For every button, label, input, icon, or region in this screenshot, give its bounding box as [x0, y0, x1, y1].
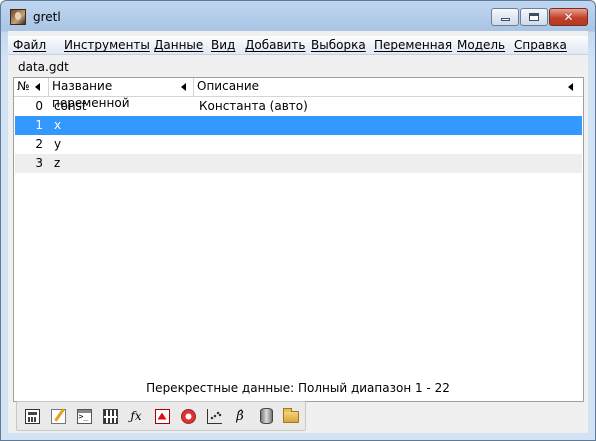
pdf-icon [154, 408, 170, 424]
calculator-icon [24, 408, 40, 424]
column-header-name[interactable]: Название переменной [49, 78, 194, 110]
help-button[interactable] [179, 407, 197, 425]
dataset-filename: data.gdt [18, 60, 69, 74]
edit-icon [50, 408, 66, 424]
xy-plot-button[interactable] [205, 407, 223, 425]
maximize-button[interactable] [520, 8, 548, 26]
gretl-app-icon[interactable] [10, 9, 26, 25]
minimize-icon [500, 18, 510, 21]
folder-icon [283, 408, 299, 423]
variable-description: Константа (авто) [199, 99, 308, 113]
session-button[interactable] [101, 407, 119, 425]
close-icon: ✕ [563, 10, 574, 24]
table-row[interactable]: 1 x [15, 116, 582, 135]
window-title: gretl [33, 10, 61, 24]
column-header-number-label: № [17, 79, 30, 93]
menu-help[interactable]: Справка [514, 38, 567, 52]
column-header-number[interactable]: № [14, 78, 49, 96]
column-header-description-label: Описание [197, 79, 260, 93]
table-row[interactable]: 0 const Константа (авто) [15, 97, 582, 116]
row-number: 2 [35, 137, 43, 151]
status-bar-text: Перекрестные данные: Полный диапазон 1 -… [146, 381, 450, 395]
open-file-button[interactable] [282, 407, 300, 425]
menu-data[interactable]: Данные [154, 38, 203, 52]
toolbar: ƒx β̂ [16, 401, 306, 431]
main-area: Файл Инструменты Данные Вид Добавить Выб… [8, 31, 588, 433]
app-window: gretl ✕ Файл Инструменты Данные Вид Доба… [0, 0, 596, 441]
variable-name: y [54, 137, 62, 151]
database-icon [259, 408, 273, 424]
menu-variable[interactable]: Переменная [374, 38, 452, 52]
variable-name: x [54, 118, 62, 132]
script-editor-button[interactable] [49, 407, 67, 425]
row-number: 0 [35, 99, 43, 113]
sort-arrow-icon [35, 83, 40, 91]
menu-file[interactable]: Файл [13, 38, 46, 52]
maximize-icon [529, 13, 539, 21]
sort-arrow-icon [568, 83, 573, 91]
variable-name: z [54, 156, 61, 170]
help-icon [180, 408, 196, 424]
menu-model[interactable]: Модель [457, 38, 505, 52]
calculator-button[interactable] [23, 407, 41, 425]
function-icon: ƒx [130, 408, 142, 423]
menu-add[interactable]: Добавить [245, 38, 305, 52]
variable-list[interactable]: № Название переменной Описание 0 const К… [13, 77, 584, 402]
table-row[interactable]: 2 y [15, 135, 582, 154]
row-number: 3 [35, 156, 43, 170]
session-grid-icon [102, 408, 118, 424]
databases-button[interactable] [257, 407, 275, 425]
console-button[interactable] [75, 407, 93, 425]
user-guide-button[interactable] [153, 407, 171, 425]
terminal-icon [76, 408, 92, 424]
minimize-button[interactable] [491, 8, 519, 26]
sort-arrow-icon [181, 83, 186, 91]
scatter-plot-icon [206, 408, 222, 424]
menu-tools[interactable]: Инструменты [64, 38, 150, 52]
menu-sample[interactable]: Выборка [311, 38, 366, 52]
list-header: № Название переменной Описание [14, 78, 583, 110]
variable-name: const [54, 99, 87, 113]
row-number: 1 [35, 118, 43, 132]
column-header-description[interactable]: Описание [194, 78, 583, 96]
close-button[interactable]: ✕ [549, 8, 588, 26]
table-row[interactable]: 3 z [15, 154, 582, 173]
ols-model-button[interactable]: β̂ [231, 407, 249, 425]
menu-view[interactable]: Вид [211, 38, 235, 52]
title-bar[interactable]: gretl ✕ [1, 1, 595, 31]
function-packages-button[interactable]: ƒx [127, 407, 145, 425]
menu-bar: Файл Инструменты Данные Вид Добавить Выб… [8, 36, 588, 55]
beta-icon: β̂ [236, 408, 244, 424]
